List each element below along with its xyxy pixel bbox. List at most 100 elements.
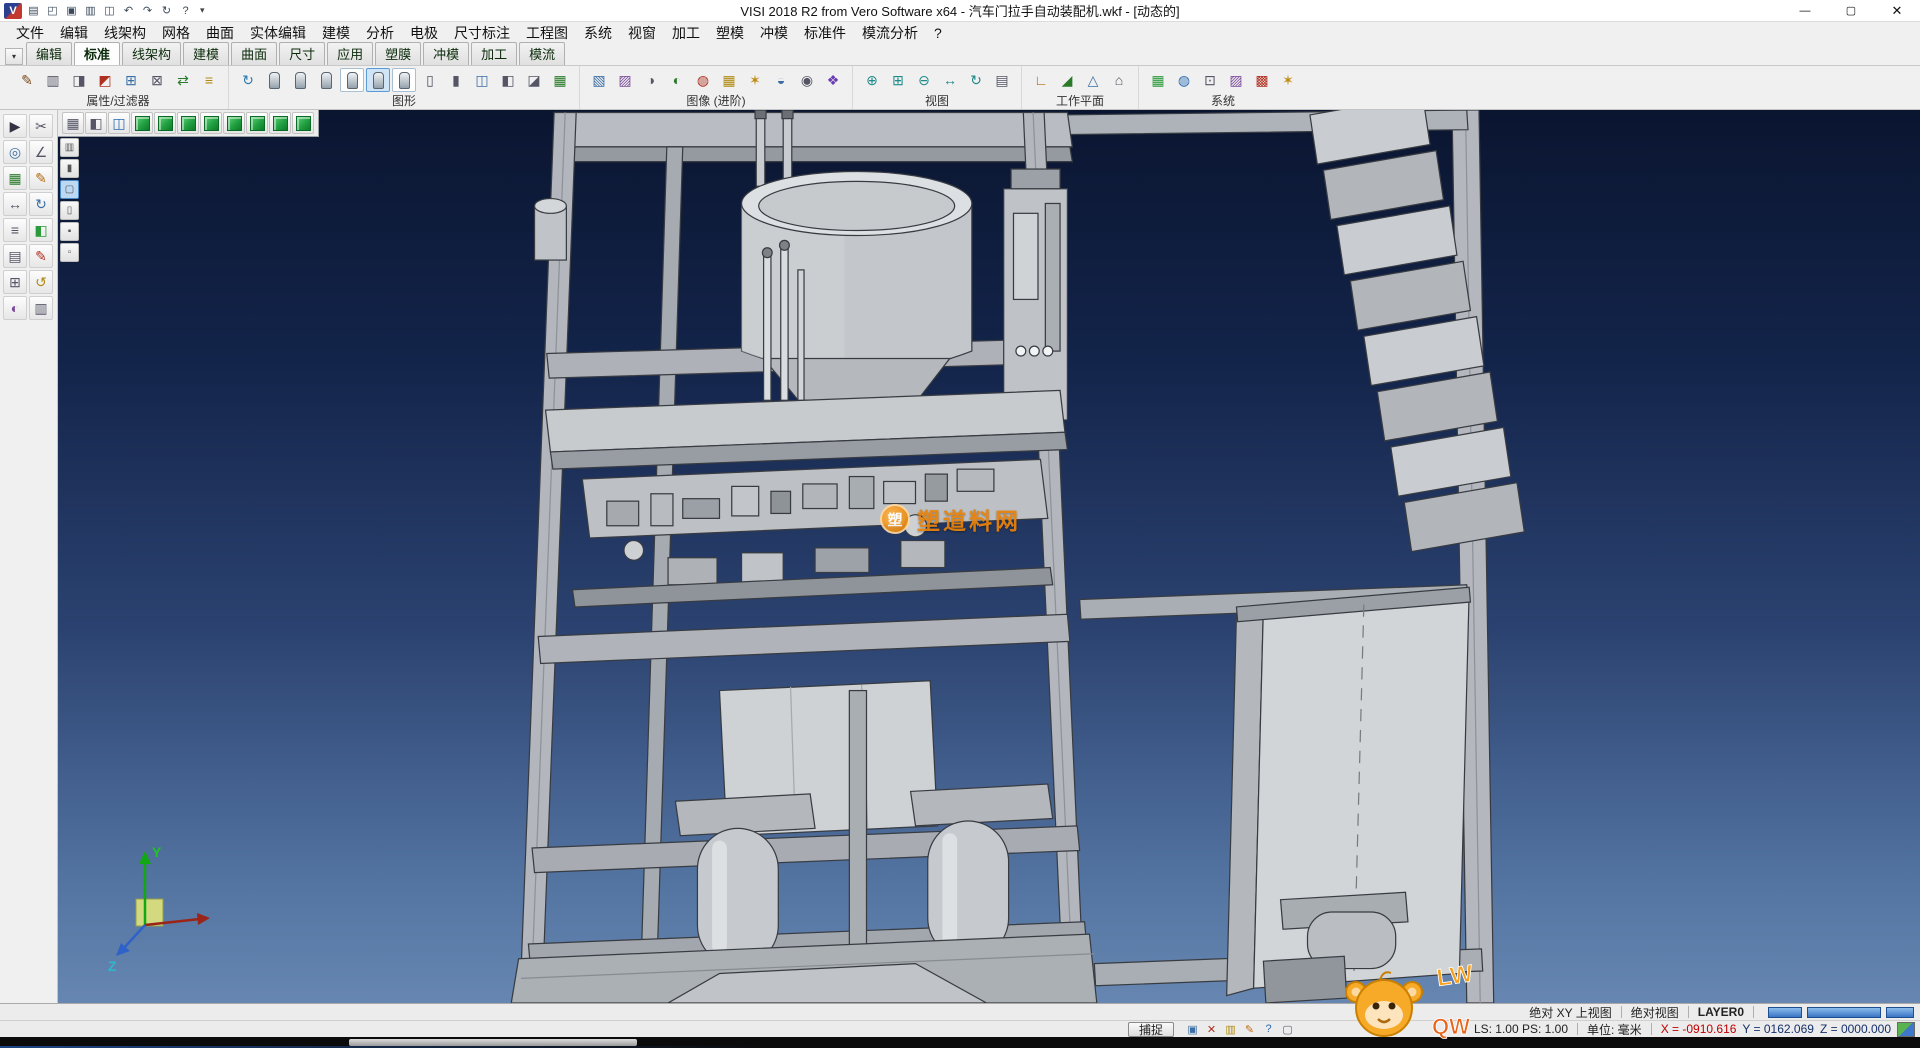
print-state-icon[interactable]: ▥ — [1222, 1021, 1239, 1037]
dynamic-rotate-icon[interactable]: ◫ — [108, 112, 130, 134]
measure-icon[interactable]: ∠ — [29, 140, 53, 164]
material-view-icon[interactable]: ◍ — [691, 68, 715, 92]
active-layer-button[interactable]: LAYER0 — [1698, 1005, 1744, 1019]
3d-viewport[interactable]: ▦◧◫ ▥▮▢▯▪▫ — [58, 110, 1920, 1003]
menu-electrode[interactable]: 电极 — [402, 22, 446, 44]
shaded-edges-mode-icon[interactable] — [340, 68, 364, 92]
menu-die[interactable]: 冲模 — [752, 22, 796, 44]
viewport-layout-icon[interactable]: ▦ — [62, 112, 84, 134]
snap-toggle-button[interactable]: 捕捉 — [1128, 1022, 1174, 1037]
menu-moldflow[interactable]: 模流分析 — [854, 22, 926, 44]
image-quality-icon[interactable]: ▧ — [587, 68, 611, 92]
calculator-icon[interactable]: ⊞ — [3, 270, 27, 294]
rotate-icon[interactable]: ↻ — [29, 192, 53, 216]
menu-solid-edit[interactable]: 实体编辑 — [242, 22, 314, 44]
undo-tool-icon[interactable]: ↺ — [29, 270, 53, 294]
menu-system[interactable]: 系统 — [576, 22, 620, 44]
shading-advanced-icon[interactable]: ▨ — [613, 68, 637, 92]
attribute-copy-icon[interactable]: ▥ — [41, 68, 65, 92]
color-filter-icon[interactable]: ◩ — [93, 68, 117, 92]
element-filter-icon[interactable]: ◨ — [67, 68, 91, 92]
chain-select-icon[interactable]: ⊞ — [119, 68, 143, 92]
menu-mold[interactable]: 塑模 — [708, 22, 752, 44]
tab-moldflow[interactable]: 模流 — [519, 42, 565, 65]
menu-mesh[interactable]: 网格 — [154, 22, 198, 44]
background-color-icon[interactable]: ◒ — [769, 68, 793, 92]
quick-access-dropdown-icon[interactable]: ▾ — [197, 5, 208, 16]
save-file-icon[interactable]: ▣ — [63, 3, 80, 19]
tab-application[interactable]: 应用 — [327, 42, 373, 65]
view-right-icon[interactable] — [246, 112, 268, 134]
view-back-icon[interactable] — [200, 112, 222, 134]
print-icon[interactable]: ▥ — [82, 3, 99, 19]
tab-surface[interactable]: 曲面 — [231, 42, 277, 65]
menu-edit[interactable]: 编辑 — [52, 22, 96, 44]
move-icon[interactable]: ↔ — [3, 192, 27, 216]
menu-wireframe[interactable]: 线架构 — [96, 22, 154, 44]
save-state-icon[interactable]: ▣ — [1184, 1021, 1201, 1037]
view-list-icon[interactable]: ▤ — [990, 68, 1014, 92]
layers-icon[interactable]: ≡ — [3, 218, 27, 242]
attribute-brush-icon[interactable]: ✎ — [15, 68, 39, 92]
tab-molding[interactable]: 塑膜 — [375, 42, 421, 65]
reflection-icon[interactable]: ◐ — [665, 68, 689, 92]
table-settings-icon[interactable]: ▩ — [1250, 68, 1274, 92]
display-settings-icon[interactable]: ⊡ — [1198, 68, 1222, 92]
refresh-icon[interactable]: ↻ — [158, 3, 175, 19]
tab-stamping[interactable]: 冲模 — [423, 42, 469, 65]
redo-icon[interactable]: ↷ — [139, 3, 156, 19]
notes-icon[interactable]: ▤ — [3, 244, 27, 268]
zoom-fit-icon[interactable]: ⊕ — [860, 68, 884, 92]
menu-machining[interactable]: 加工 — [664, 22, 708, 44]
pan-view-icon[interactable]: ↔ — [938, 68, 962, 92]
mask-filter-icon[interactable]: ⊠ — [145, 68, 169, 92]
filter-mesh-button[interactable]: ▫ — [60, 243, 79, 262]
grid-tool-icon[interactable]: ▦ — [3, 166, 27, 190]
light-settings-icon[interactable]: ✶ — [743, 68, 767, 92]
grid-display-icon[interactable]: ▦ — [548, 68, 572, 92]
tab-modeling[interactable]: 建模 — [183, 42, 229, 65]
shadow-display-icon[interactable]: ◪ — [522, 68, 546, 92]
close-button[interactable]: ✕ — [1874, 0, 1920, 21]
new-file-icon[interactable]: ▤ — [25, 3, 42, 19]
render-advanced-icon[interactable]: ❖ — [821, 68, 845, 92]
workplane-reset-icon[interactable]: ⌂ — [1107, 68, 1131, 92]
menu-help[interactable]: ? — [926, 24, 950, 42]
hidden-line-mode-icon[interactable] — [288, 68, 312, 92]
wireframe-mode-icon[interactable] — [262, 68, 286, 92]
tab-dropdown-icon[interactable]: ▾ — [5, 48, 23, 65]
maximize-button[interactable]: ▢ — [1828, 0, 1874, 21]
preview-icon[interactable]: ◫ — [101, 3, 118, 19]
box-state-icon[interactable]: ▢ — [1279, 1021, 1296, 1037]
ghost-mode-icon[interactable]: ▯ — [418, 68, 442, 92]
delete-state-icon[interactable]: ✕ — [1203, 1021, 1220, 1037]
undo-icon[interactable]: ↶ — [120, 3, 137, 19]
performance-icon[interactable]: ✶ — [1276, 68, 1300, 92]
edge-display-icon[interactable]: ◧ — [496, 68, 520, 92]
grid-settings-icon[interactable]: ▦ — [1146, 68, 1170, 92]
filter-surface-button[interactable]: ▢ — [60, 180, 79, 199]
menu-drawing[interactable]: 工程图 — [518, 22, 576, 44]
coordinate-system-icon[interactable] — [1897, 1022, 1915, 1037]
zoom-window-icon[interactable]: ⊞ — [886, 68, 910, 92]
taskbar-item[interactable] — [349, 1039, 637, 1046]
help-state-icon[interactable]: ? — [1260, 1021, 1277, 1037]
shaded-mode-icon[interactable] — [314, 68, 338, 92]
filter-point-button[interactable]: ▪ — [60, 222, 79, 241]
filter-wireframe-button[interactable]: ▯ — [60, 201, 79, 220]
workplane-view-icon[interactable]: ◢ — [1055, 68, 1079, 92]
trim-icon[interactable]: ✂ — [29, 114, 53, 138]
rotate-view-icon[interactable]: ↻ — [964, 68, 988, 92]
redline-icon[interactable]: ✎ — [29, 244, 53, 268]
section-view-icon[interactable]: ▮ — [444, 68, 468, 92]
menu-standard-parts[interactable]: 标准件 — [796, 22, 854, 44]
quick-select-icon[interactable]: ⇄ — [171, 68, 195, 92]
absolute-view-toggle[interactable]: 绝对视图 — [1631, 1004, 1679, 1021]
filter-all-button[interactable]: ▥ — [60, 138, 79, 157]
edit-state-icon[interactable]: ✎ — [1241, 1021, 1258, 1037]
minimize-button[interactable]: — — [1782, 0, 1828, 21]
transparent-mode-icon[interactable] — [392, 68, 416, 92]
zoom-region-icon[interactable]: ◎ — [3, 140, 27, 164]
select-arrow-icon[interactable]: ▶ — [3, 114, 27, 138]
image-capture-icon[interactable]: ▨ — [1224, 68, 1248, 92]
